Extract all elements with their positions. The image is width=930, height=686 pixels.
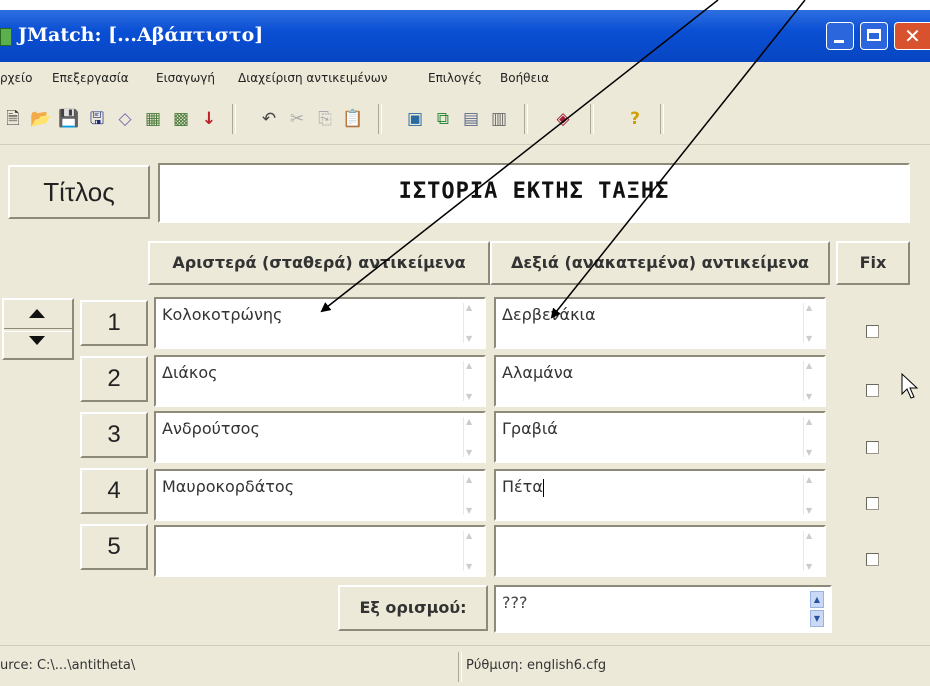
toolbar-separator [524, 104, 528, 134]
right-items-header: Δεξιά (ανακατεμένα) αντικείμενα [490, 241, 830, 285]
row-number: 1 [80, 300, 148, 346]
download-arrow-icon[interactable]: ↓ [198, 108, 220, 130]
menu-bar: ρχείο Επεξεργασία Εισαγωγή Διαχείριση αν… [0, 62, 930, 94]
new-file-icon[interactable]: 🗎 [2, 108, 24, 130]
cell-scrollbar[interactable] [463, 303, 478, 343]
default-input[interactable]: ??? ▲ ▼ [494, 585, 832, 633]
menu-options[interactable]: Επιλογές [428, 71, 482, 85]
title-input[interactable]: ΙΣΤΟΡΙΑ ΕΚΤΗΣ ΤΑΞΗΣ [158, 163, 910, 223]
close-button[interactable]: ✕ [894, 22, 930, 50]
right-item-text: Αλαμάνα [502, 363, 574, 382]
cut-icon[interactable]: ✂ [286, 108, 308, 130]
export-multi-icon[interactable]: ▥ [488, 108, 510, 130]
left-item-input[interactable]: Κολοκοτρώνης [154, 297, 486, 349]
cell-scrollbar[interactable] [463, 361, 478, 401]
menu-file[interactable]: ρχείο [0, 71, 32, 85]
fix-checkbox[interactable] [866, 441, 879, 454]
view-icon[interactable]: ▦ [142, 108, 164, 130]
menu-help[interactable]: Βοήθεια [500, 71, 549, 85]
right-item-input[interactable]: Γραβιά [494, 411, 826, 463]
cell-scrollbar[interactable] [463, 531, 478, 571]
row-number: 4 [80, 468, 148, 514]
export-alt-icon[interactable]: ⧉ [432, 108, 454, 130]
save-as-icon[interactable]: 🖫 [86, 108, 108, 130]
jmatch-window: JMatch: [...Αβάπτιστο] ✕ ρχείο Επεξεργασ… [0, 10, 930, 686]
fix-checkbox[interactable] [866, 553, 879, 566]
row-scroll-buttons [2, 298, 74, 360]
spin-up-icon[interactable]: ▲ [810, 591, 824, 608]
title-label: Τίτλος [8, 165, 150, 219]
fix-header: Fix [836, 241, 910, 285]
cell-scrollbar[interactable] [803, 303, 818, 343]
toolbar-separator [660, 104, 664, 134]
left-item-text: Διάκος [162, 363, 218, 382]
save-icon[interactable]: 💾 [58, 108, 80, 130]
status-separator [458, 652, 462, 682]
scroll-down-arrow-icon[interactable] [29, 336, 45, 345]
left-items-header: Αριστερά (σταθερά) αντικείμενα [148, 241, 490, 285]
maximize-button[interactable] [860, 22, 888, 50]
cell-scrollbar[interactable] [803, 475, 818, 515]
right-item-text: Δερβενάκια [502, 305, 596, 324]
default-spinner[interactable]: ▲ ▼ [810, 591, 824, 627]
scroll-divider [4, 328, 72, 332]
left-item-input[interactable]: Μαυροκορδάτος [154, 469, 486, 521]
default-value: ??? [502, 593, 528, 612]
left-item-input[interactable] [154, 525, 486, 577]
row-number: 3 [80, 412, 148, 458]
fix-checkbox[interactable] [866, 384, 879, 397]
eraser-icon[interactable]: ◇ [114, 108, 136, 130]
cell-scrollbar[interactable] [803, 361, 818, 401]
fix-checkbox[interactable] [866, 497, 879, 510]
left-item-input[interactable]: Ανδρούτσος [154, 411, 486, 463]
left-item-text: Κολοκοτρώνης [162, 305, 283, 324]
editor-panel: Τίτλος ΙΣΤΟΡΙΑ ΕΚΤΗΣ ΤΑΞΗΣ Αριστερά (στα… [0, 145, 930, 645]
window-title: JMatch: [...Αβάπτιστο] [18, 24, 264, 46]
status-bar: urce: C:\...\antitheta\ Ρύθμιση: english… [0, 645, 930, 686]
open-folder-icon[interactable]: 📂 [30, 108, 52, 130]
app-icon [0, 28, 12, 46]
paste-icon[interactable]: 📋 [342, 108, 364, 130]
scroll-up-arrow-icon[interactable] [29, 309, 45, 318]
status-config: Ρύθμιση: english6.cfg [466, 658, 607, 673]
cell-scrollbar[interactable] [803, 417, 818, 457]
right-item-input[interactable]: Αλαμάνα [494, 355, 826, 407]
toolbar-separator [378, 104, 382, 134]
right-item-text: Πέτα [502, 477, 543, 496]
view-alt-icon[interactable]: ▩ [170, 108, 192, 130]
row-number: 5 [80, 524, 148, 570]
help-icon[interactable]: ? [624, 108, 646, 130]
left-item-text: Ανδρούτσος [162, 419, 260, 438]
menu-manage-items[interactable]: Διαχείριση αντικειμένων [238, 71, 387, 85]
minimize-button[interactable] [826, 22, 854, 50]
spin-down-icon[interactable]: ▼ [810, 610, 824, 627]
cell-scrollbar[interactable] [463, 475, 478, 515]
toolbar-separator [232, 104, 236, 134]
export-drag-icon[interactable]: ▤ [460, 108, 482, 130]
fix-checkbox[interactable] [866, 325, 879, 338]
undo-icon[interactable]: ↶ [258, 108, 280, 130]
right-item-text: Γραβιά [502, 419, 558, 438]
title-bar[interactable]: JMatch: [...Αβάπτιστο] ✕ [0, 10, 930, 62]
right-item-input[interactable]: Δερβενάκια [494, 297, 826, 349]
right-item-input[interactable] [494, 525, 826, 577]
export-web-icon[interactable]: ▣ [404, 108, 426, 130]
menu-insert[interactable]: Εισαγωγή [156, 71, 215, 85]
default-label: Εξ ορισμού: [338, 585, 488, 631]
left-item-input[interactable]: Διάκος [154, 355, 486, 407]
cell-scrollbar[interactable] [463, 417, 478, 457]
right-item-input[interactable]: Πέτα [494, 469, 826, 521]
menu-edit[interactable]: Επεξεργασία [52, 71, 129, 85]
toolbar: 🗎 📂 💾 🖫 ◇ ▦ ▩ ↓ ↶ ✂ ⎘ 📋 ▣ ⧉ ▤ ▥ ◈ ? [0, 94, 930, 145]
cell-scrollbar[interactable] [803, 531, 818, 571]
config-icon[interactable]: ◈ [552, 108, 574, 130]
text-cursor [542, 478, 544, 497]
left-item-text: Μαυροκορδάτος [162, 477, 295, 496]
row-number: 2 [80, 356, 148, 402]
toolbar-separator [590, 104, 594, 134]
copy-icon[interactable]: ⎘ [314, 108, 336, 130]
status-source: urce: C:\...\antitheta\ [0, 658, 136, 673]
